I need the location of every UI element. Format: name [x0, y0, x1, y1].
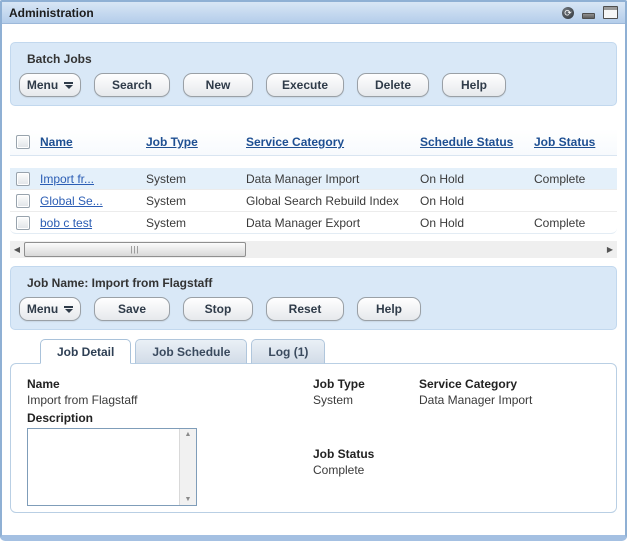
menu-button[interactable]: Menu — [19, 297, 81, 321]
window-title: Administration — [9, 6, 94, 20]
job-name-link[interactable]: Import fr... — [40, 172, 94, 186]
cell-schedule-status: On Hold — [420, 172, 534, 186]
cell-service-category: Data Manager Export — [246, 216, 420, 230]
service-category-label: Service Category — [419, 376, 600, 392]
textarea-scrollbar[interactable]: ▲ ▼ — [179, 429, 196, 505]
detail-column-left: Name Import from Flagstaff Description ▲… — [27, 376, 313, 500]
maximize-icon[interactable] — [603, 6, 618, 19]
cell-job-status: Complete — [534, 216, 617, 230]
name-label: Name — [27, 376, 313, 392]
menu-button-label: Menu — [27, 78, 58, 92]
job-status-label: Job Status — [313, 446, 419, 462]
column-header-service-category[interactable]: Service Category — [246, 135, 420, 149]
new-button[interactable]: New — [183, 73, 253, 97]
cell-job-status: Complete — [534, 172, 617, 186]
cell-schedule-status: On Hold — [420, 216, 534, 230]
service-category-value: Data Manager Import — [419, 392, 600, 408]
help-button[interactable]: Help — [442, 73, 506, 97]
job-toolbar: Menu Save Stop Reset Help — [19, 297, 608, 321]
row-checkbox[interactable] — [16, 194, 30, 208]
titlebar: Administration ⟳ — [2, 2, 625, 24]
name-value: Import from Flagstaff — [27, 392, 313, 408]
row-checkbox[interactable] — [16, 172, 30, 186]
detail-column-middle: Job Type System Job Status Complete — [313, 376, 419, 500]
scroll-down-icon[interactable]: ▼ — [185, 496, 192, 503]
menu-dropdown-icon — [64, 82, 73, 89]
batch-jobs-panel: Batch Jobs Menu Search New Execute Delet… — [10, 42, 617, 106]
stop-button[interactable]: Stop — [183, 297, 253, 321]
detail-column-right: Service Category Data Manager Import — [419, 376, 600, 500]
column-header-job-type[interactable]: Job Type — [146, 135, 246, 149]
cell-service-category: Data Manager Import — [246, 172, 420, 186]
description-label: Description — [27, 410, 313, 426]
scrollbar-thumb[interactable]: ||| — [24, 242, 246, 257]
cell-job-type: System — [146, 172, 246, 186]
job-status-value: Complete — [313, 462, 419, 478]
job-panel-title: Job Name: Import from Flagstaff — [27, 276, 608, 290]
minimize-icon[interactable] — [582, 13, 595, 19]
tab-job-schedule[interactable]: Job Schedule — [135, 339, 247, 364]
description-box: ▲ ▼ — [27, 428, 197, 506]
batch-jobs-title: Batch Jobs — [27, 52, 608, 66]
execute-button[interactable]: Execute — [266, 73, 344, 97]
menu-dropdown-icon — [64, 306, 73, 313]
scroll-up-icon[interactable]: ▲ — [185, 431, 192, 438]
table-row[interactable]: Import fr... System Data Manager Import … — [10, 168, 617, 189]
horizontal-scrollbar[interactable]: ◀ ||| ▶ — [10, 241, 617, 258]
cell-job-type: System — [146, 216, 246, 230]
search-button[interactable]: Search — [94, 73, 170, 97]
tab-bar: Job Detail Job Schedule Log (1) — [40, 339, 617, 364]
tab-log[interactable]: Log (1) — [251, 339, 325, 364]
batch-jobs-toolbar: Menu Search New Execute Delete Help — [19, 73, 608, 97]
table-filter-spacer — [10, 156, 617, 168]
select-all-checkbox[interactable] — [16, 135, 30, 149]
scroll-right-icon[interactable]: ▶ — [603, 241, 617, 258]
description-field[interactable] — [28, 429, 179, 505]
reset-button[interactable]: Reset — [266, 297, 344, 321]
table-header-row: Name Job Type Service Category Schedule … — [10, 129, 617, 156]
table-row[interactable]: Global Se... System Global Search Rebuil… — [10, 189, 617, 211]
titlebar-icons: ⟳ — [562, 6, 618, 19]
cell-schedule-status: On Hold — [420, 194, 534, 208]
help-button[interactable]: Help — [357, 297, 421, 321]
job-name-link[interactable]: bob c test — [40, 216, 92, 230]
save-button[interactable]: Save — [94, 297, 170, 321]
column-header-job-status[interactable]: Job Status — [534, 135, 617, 149]
cell-service-category: Global Search Rebuild Index — [246, 194, 420, 208]
column-header-schedule-status[interactable]: Schedule Status — [420, 135, 534, 149]
job-detail-panel: Name Import from Flagstaff Description ▲… — [10, 363, 617, 513]
job-panel: Job Name: Import from Flagstaff Menu Sav… — [10, 266, 617, 330]
job-name-link[interactable]: Global Se... — [40, 194, 103, 208]
column-header-name[interactable]: Name — [40, 135, 146, 149]
menu-button-label: Menu — [27, 302, 58, 316]
job-type-value: System — [313, 392, 419, 408]
job-type-label: Job Type — [313, 376, 419, 392]
row-checkbox[interactable] — [16, 216, 30, 230]
table-row[interactable]: bob c test System Data Manager Export On… — [10, 211, 617, 233]
cell-job-type: System — [146, 194, 246, 208]
tab-job-detail[interactable]: Job Detail — [40, 339, 131, 364]
scroll-left-icon[interactable]: ◀ — [10, 241, 24, 258]
menu-button[interactable]: Menu — [19, 73, 81, 97]
jobs-table: Name Job Type Service Category Schedule … — [10, 129, 617, 234]
administration-window: Administration ⟳ Batch Jobs Menu Search … — [0, 0, 627, 541]
refresh-icon[interactable]: ⟳ — [562, 7, 574, 19]
delete-button[interactable]: Delete — [357, 73, 429, 97]
